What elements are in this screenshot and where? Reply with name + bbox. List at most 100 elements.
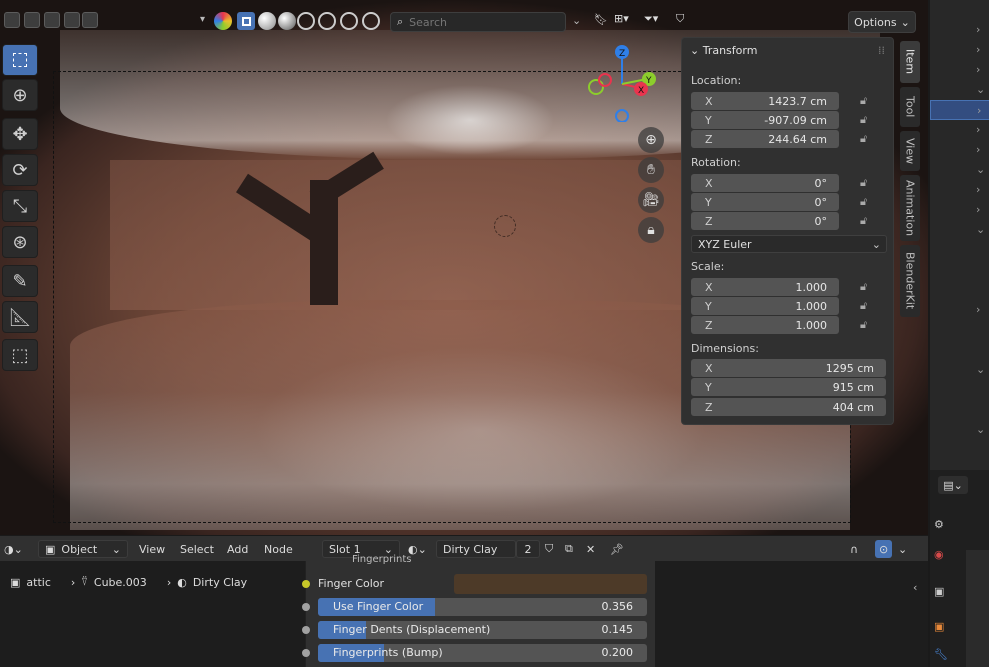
tab-view[interactable]: View — [900, 131, 920, 171]
scale-x-field[interactable]: X 1.000 — [691, 278, 839, 296]
unlink-close-icon[interactable]: ✕ — [586, 540, 595, 558]
duplicate-material-icon[interactable]: ⧉ — [565, 540, 573, 558]
pin-icon[interactable]: 📌︎ — [610, 540, 624, 558]
chevron-left-icon[interactable]: ‹ — [913, 581, 917, 594]
shield-icon[interactable]: ⛉ — [676, 12, 684, 26]
lock-icon[interactable]: 🔓︎ — [860, 299, 874, 313]
annotate-tool[interactable]: ✎ — [2, 265, 38, 297]
tab-animation[interactable]: Animation — [900, 175, 920, 241]
collection-properties-icon[interactable]: ▣ — [934, 585, 944, 598]
fake-user-shield-icon[interactable]: ⛉ — [545, 540, 553, 558]
lock-camera-icon[interactable]: 🔒︎ — [638, 217, 664, 243]
solid-shading-icon[interactable] — [258, 12, 276, 30]
outliner-row[interactable]: › — [930, 300, 989, 320]
world-icon[interactable] — [340, 12, 358, 30]
location-x-field[interactable]: X 1423.7 cm — [691, 92, 839, 110]
tool-properties-icon[interactable]: ⚙ — [934, 518, 944, 531]
lock-icon[interactable]: 🔓︎ — [860, 318, 874, 332]
tab-tool[interactable]: Tool — [900, 87, 920, 127]
outliner-row[interactable]: ⌄ — [930, 420, 989, 440]
menu-add[interactable]: Add — [227, 540, 248, 558]
lock-icon[interactable]: 🔓︎ — [860, 132, 874, 146]
snap-magnet-icon[interactable]: ∩ — [850, 540, 858, 558]
rotation-y-field[interactable]: Y 0° — [691, 193, 839, 211]
neg-z-axis-handle[interactable] — [615, 109, 629, 122]
search-input[interactable] — [409, 15, 550, 29]
filter-icon[interactable]: ⏷▾ — [644, 12, 658, 26]
outliner-row-selected[interactable]: › — [930, 100, 989, 120]
outliner-row[interactable]: › — [930, 120, 989, 140]
modifier-wrench-icon[interactable]: 🔧︎ — [934, 648, 948, 661]
lock-icon[interactable]: 🔓︎ — [860, 195, 874, 209]
outliner-row[interactable]: › — [930, 200, 989, 220]
menu-select[interactable]: Select — [180, 540, 214, 558]
object-properties-icon[interactable]: ▣ — [934, 620, 944, 633]
rendered-shading-icon[interactable] — [318, 12, 336, 30]
dimensions-x-field[interactable]: X 1295 cm — [691, 359, 886, 377]
chevron-down-icon[interactable]: ▾ — [200, 14, 205, 25]
camera-view-icon[interactable]: 🎥︎ — [638, 187, 664, 213]
outliner-row[interactable]: ⌄ — [930, 160, 989, 180]
editor-type-dropdown[interactable]: ▤⌄ — [938, 476, 968, 494]
location-z-field[interactable]: Z 244.64 cm — [691, 130, 839, 148]
dimensions-y-field[interactable]: Y 915 cm — [691, 378, 886, 396]
lock-icon[interactable]: 🔓︎ — [860, 113, 874, 127]
user-count-button[interactable]: 2 — [516, 540, 540, 558]
measure-tool[interactable]: 📐︎ — [2, 301, 38, 333]
outliner-row[interactable]: › — [930, 40, 989, 60]
axis-gizmo[interactable]: Z Y X — [585, 42, 665, 122]
fingerprints-bump-slider[interactable]: Fingerprints (Bump) 0.200 — [318, 644, 647, 662]
outliner-row[interactable]: › — [930, 20, 989, 40]
drag-handle-icon[interactable]: ⁞⁞ — [878, 44, 885, 57]
location-y-field[interactable]: Y -907.09 cm — [691, 111, 839, 129]
move-tool[interactable]: ✥ — [2, 118, 38, 150]
shader-node[interactable]: Fingerprints Finger Color Use Finger Col… — [302, 554, 655, 667]
rotation-x-field[interactable]: X 0° — [691, 174, 839, 192]
outliner-row[interactable]: ⌄ — [930, 360, 989, 380]
outliner-row[interactable]: › — [930, 60, 989, 80]
scale-tool[interactable]: ⤡ — [2, 190, 38, 222]
use-finger-color-slider[interactable]: Use Finger Color 0.356 — [318, 598, 647, 616]
neg-y-axis-handle[interactable] — [588, 79, 604, 95]
chevron-down-icon[interactable]: ⌄ — [898, 540, 907, 558]
material-name-field[interactable]: Dirty Clay — [436, 540, 516, 558]
search-field[interactable]: ⌕ — [390, 12, 566, 32]
value-input-socket[interactable] — [302, 603, 310, 611]
wireframe-shading-icon[interactable] — [297, 12, 315, 30]
outliner-row[interactable]: ⌄ — [930, 220, 989, 240]
select-subtract-icon[interactable] — [44, 12, 60, 28]
finger-dents-slider[interactable]: Finger Dents (Displacement) 0.145 — [318, 621, 647, 639]
finger-color-swatch[interactable] — [454, 574, 647, 594]
select-invert-icon[interactable] — [64, 12, 80, 28]
rotate-tool[interactable]: ⟳ — [2, 154, 38, 186]
node-editor-canvas[interactable]: ▣ attic › ⍢ Cube.003 › ◐ Dirty Clay Fing… — [0, 554, 928, 667]
outliner-row[interactable]: › — [930, 140, 989, 160]
tab-item[interactable]: Item — [900, 41, 920, 83]
pan-hand-icon[interactable]: ✋︎ — [638, 157, 664, 183]
layout-icon[interactable]: ⊞▾ — [614, 12, 629, 25]
object-mode-dropdown[interactable]: ▣ Object ⌄ — [38, 540, 128, 558]
xray-toggle-icon[interactable] — [237, 12, 255, 30]
select-intersect-icon[interactable] — [82, 12, 98, 28]
menu-view[interactable]: View — [139, 540, 165, 558]
world-properties-icon[interactable]: ◉ — [934, 548, 944, 561]
outliner-row[interactable]: › — [930, 180, 989, 200]
transform-header[interactable]: ⌄ Transform — [690, 44, 757, 57]
value-input-socket[interactable] — [302, 649, 310, 657]
lock-icon[interactable]: 🔓︎ — [860, 280, 874, 294]
lock-icon[interactable]: 🔓︎ — [860, 176, 874, 190]
outliner-row[interactable]: ⌄ — [930, 80, 989, 100]
neg-x-axis-handle[interactable] — [598, 73, 612, 87]
cursor-tool[interactable]: ⊕ — [2, 79, 38, 111]
scale-z-field[interactable]: Z 1.000 — [691, 316, 839, 334]
value-input-socket[interactable] — [302, 626, 310, 634]
overlay-color-icon[interactable] — [214, 12, 232, 30]
material-preview-icon[interactable] — [278, 12, 296, 30]
tab-blenderkit[interactable]: BlenderKit — [900, 245, 920, 317]
fingerprints-panel-header[interactable]: Fingerprints — [352, 554, 411, 565]
select-extend-icon[interactable] — [24, 12, 40, 28]
dimensions-z-field[interactable]: Z 404 cm — [691, 398, 886, 416]
color-input-socket[interactable] — [302, 580, 310, 588]
add-cube-tool[interactable]: ⬚ — [2, 339, 38, 371]
editor-type-dropdown[interactable]: ◑⌄ — [4, 540, 23, 558]
